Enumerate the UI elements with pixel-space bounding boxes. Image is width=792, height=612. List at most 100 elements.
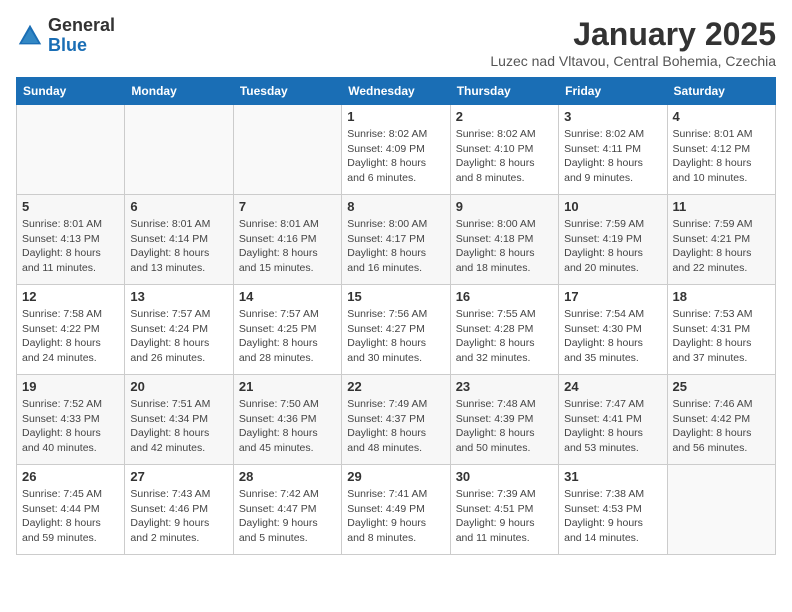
day-number: 31 bbox=[564, 469, 661, 484]
col-header-sunday: Sunday bbox=[17, 78, 125, 105]
day-info: Sunrise: 7:43 AM Sunset: 4:46 PM Dayligh… bbox=[130, 487, 227, 546]
calendar-cell: 18 Sunrise: 7:53 AM Sunset: 4:31 PM Dayli… bbox=[667, 285, 775, 375]
calendar-cell: 7 Sunrise: 8:01 AM Sunset: 4:16 PM Daylig… bbox=[233, 195, 341, 285]
calendar-cell: 6 Sunrise: 8:01 AM Sunset: 4:14 PM Daylig… bbox=[125, 195, 233, 285]
calendar-cell: 12 Sunrise: 7:58 AM Sunset: 4:22 PM Dayli… bbox=[17, 285, 125, 375]
day-info: Sunrise: 8:01 AM Sunset: 4:16 PM Dayligh… bbox=[239, 217, 336, 276]
calendar-cell: 23Sunrise: 7:48 AM Sunset: 4:39 PM Dayli… bbox=[450, 375, 558, 465]
calendar-cell: 28 Sunrise: 7:42 AM Sunset: 4:47 PM Dayli… bbox=[233, 465, 341, 555]
calendar-cell: 30 Sunrise: 7:39 AM Sunset: 4:51 PM Dayli… bbox=[450, 465, 558, 555]
calendar-header-row: SundayMondayTuesdayWednesdayThursdayFrid… bbox=[17, 78, 776, 105]
day-number: 30 bbox=[456, 469, 553, 484]
calendar-cell bbox=[233, 105, 341, 195]
week-row-0: 1 Sunrise: 8:02 AM Sunset: 4:09 PM Daylig… bbox=[17, 105, 776, 195]
calendar-cell: 27 Sunrise: 7:43 AM Sunset: 4:46 PM Dayli… bbox=[125, 465, 233, 555]
calendar-cell: 21Sunrise: 7:50 AM Sunset: 4:36 PM Dayli… bbox=[233, 375, 341, 465]
day-number: 3 bbox=[564, 109, 661, 124]
day-info: Sunrise: 8:02 AM Sunset: 4:11 PM Dayligh… bbox=[564, 127, 661, 186]
title-area: January 2025 Luzec nad Vltavou, Central … bbox=[490, 16, 776, 69]
day-info: Sunrise: 8:01 AM Sunset: 4:13 PM Dayligh… bbox=[22, 217, 119, 276]
calendar-cell: 19 Sunrise: 7:52 AM Sunset: 4:33 PM Dayli… bbox=[17, 375, 125, 465]
calendar-cell bbox=[17, 105, 125, 195]
day-info: Sunrise: 7:39 AM Sunset: 4:51 PM Dayligh… bbox=[456, 487, 553, 546]
day-number: 8 bbox=[347, 199, 444, 214]
calendar-cell: 11Sunrise: 7:59 AM Sunset: 4:21 PM Dayli… bbox=[667, 195, 775, 285]
calendar-cell: 5 Sunrise: 8:01 AM Sunset: 4:13 PM Daylig… bbox=[17, 195, 125, 285]
day-number: 17 bbox=[564, 289, 661, 304]
day-number: 25 bbox=[673, 379, 770, 394]
calendar-cell: 24Sunrise: 7:47 AM Sunset: 4:41 PM Dayli… bbox=[559, 375, 667, 465]
day-info: Sunrise: 7:38 AM Sunset: 4:53 PM Dayligh… bbox=[564, 487, 661, 546]
day-number: 27 bbox=[130, 469, 227, 484]
day-info: Sunrise: 8:02 AM Sunset: 4:09 PM Dayligh… bbox=[347, 127, 444, 186]
calendar-cell: 1 Sunrise: 8:02 AM Sunset: 4:09 PM Daylig… bbox=[342, 105, 450, 195]
day-info: Sunrise: 7:45 AM Sunset: 4:44 PM Dayligh… bbox=[22, 487, 119, 546]
calendar-cell: 4 Sunrise: 8:01 AM Sunset: 4:12 PM Daylig… bbox=[667, 105, 775, 195]
day-info: Sunrise: 7:54 AM Sunset: 4:30 PM Dayligh… bbox=[564, 307, 661, 366]
day-info: Sunrise: 7:42 AM Sunset: 4:47 PM Dayligh… bbox=[239, 487, 336, 546]
day-info: Sunrise: 7:55 AM Sunset: 4:28 PM Dayligh… bbox=[456, 307, 553, 366]
day-number: 9 bbox=[456, 199, 553, 214]
calendar-cell: 16 Sunrise: 7:55 AM Sunset: 4:28 PM Dayli… bbox=[450, 285, 558, 375]
day-info: Sunrise: 7:52 AM Sunset: 4:33 PM Dayligh… bbox=[22, 397, 119, 456]
day-number: 23 bbox=[456, 379, 553, 394]
day-number: 6 bbox=[130, 199, 227, 214]
day-info: Sunrise: 7:46 AM Sunset: 4:42 PM Dayligh… bbox=[673, 397, 770, 456]
day-number: 19 bbox=[22, 379, 119, 394]
day-number: 14 bbox=[239, 289, 336, 304]
logo-general-text: General bbox=[48, 16, 115, 36]
day-info: Sunrise: 8:00 AM Sunset: 4:18 PM Dayligh… bbox=[456, 217, 553, 276]
calendar-table: SundayMondayTuesdayWednesdayThursdayFrid… bbox=[16, 77, 776, 555]
day-info: Sunrise: 8:01 AM Sunset: 4:14 PM Dayligh… bbox=[130, 217, 227, 276]
day-info: Sunrise: 8:01 AM Sunset: 4:12 PM Dayligh… bbox=[673, 127, 770, 186]
day-number: 26 bbox=[22, 469, 119, 484]
calendar-cell bbox=[667, 465, 775, 555]
day-number: 4 bbox=[673, 109, 770, 124]
day-number: 15 bbox=[347, 289, 444, 304]
calendar-cell: 9 Sunrise: 8:00 AM Sunset: 4:18 PM Daylig… bbox=[450, 195, 558, 285]
calendar-cell: 13Sunrise: 7:57 AM Sunset: 4:24 PM Dayli… bbox=[125, 285, 233, 375]
calendar-cell bbox=[125, 105, 233, 195]
calendar-cell: 8 Sunrise: 8:00 AM Sunset: 4:17 PM Daylig… bbox=[342, 195, 450, 285]
day-info: Sunrise: 7:57 AM Sunset: 4:25 PM Dayligh… bbox=[239, 307, 336, 366]
col-header-thursday: Thursday bbox=[450, 78, 558, 105]
day-number: 28 bbox=[239, 469, 336, 484]
day-number: 1 bbox=[347, 109, 444, 124]
col-header-tuesday: Tuesday bbox=[233, 78, 341, 105]
day-info: Sunrise: 7:58 AM Sunset: 4:22 PM Dayligh… bbox=[22, 307, 119, 366]
day-info: Sunrise: 7:51 AM Sunset: 4:34 PM Dayligh… bbox=[130, 397, 227, 456]
location-subtitle: Luzec nad Vltavou, Central Bohemia, Czec… bbox=[490, 53, 776, 69]
logo-icon bbox=[16, 22, 44, 50]
calendar-cell: 3 Sunrise: 8:02 AM Sunset: 4:11 PM Daylig… bbox=[559, 105, 667, 195]
day-info: Sunrise: 7:59 AM Sunset: 4:19 PM Dayligh… bbox=[564, 217, 661, 276]
month-title: January 2025 bbox=[490, 16, 776, 53]
day-info: Sunrise: 7:47 AM Sunset: 4:41 PM Dayligh… bbox=[564, 397, 661, 456]
day-info: Sunrise: 7:49 AM Sunset: 4:37 PM Dayligh… bbox=[347, 397, 444, 456]
day-number: 12 bbox=[22, 289, 119, 304]
day-number: 11 bbox=[673, 199, 770, 214]
calendar-cell: 20Sunrise: 7:51 AM Sunset: 4:34 PM Dayli… bbox=[125, 375, 233, 465]
week-row-3: 19 Sunrise: 7:52 AM Sunset: 4:33 PM Dayli… bbox=[17, 375, 776, 465]
calendar-cell: 15Sunrise: 7:56 AM Sunset: 4:27 PM Dayli… bbox=[342, 285, 450, 375]
day-info: Sunrise: 8:02 AM Sunset: 4:10 PM Dayligh… bbox=[456, 127, 553, 186]
calendar-cell: 2 Sunrise: 8:02 AM Sunset: 4:10 PM Daylig… bbox=[450, 105, 558, 195]
week-row-2: 12 Sunrise: 7:58 AM Sunset: 4:22 PM Dayli… bbox=[17, 285, 776, 375]
logo: General Blue bbox=[16, 16, 115, 56]
calendar-cell: 17 Sunrise: 7:54 AM Sunset: 4:30 PM Dayli… bbox=[559, 285, 667, 375]
calendar-cell: 22Sunrise: 7:49 AM Sunset: 4:37 PM Dayli… bbox=[342, 375, 450, 465]
day-number: 2 bbox=[456, 109, 553, 124]
day-info: Sunrise: 7:53 AM Sunset: 4:31 PM Dayligh… bbox=[673, 307, 770, 366]
day-number: 13 bbox=[130, 289, 227, 304]
day-number: 18 bbox=[673, 289, 770, 304]
calendar-cell: 29Sunrise: 7:41 AM Sunset: 4:49 PM Dayli… bbox=[342, 465, 450, 555]
col-header-wednesday: Wednesday bbox=[342, 78, 450, 105]
week-row-1: 5 Sunrise: 8:01 AM Sunset: 4:13 PM Daylig… bbox=[17, 195, 776, 285]
day-number: 16 bbox=[456, 289, 553, 304]
day-number: 29 bbox=[347, 469, 444, 484]
week-row-4: 26 Sunrise: 7:45 AM Sunset: 4:44 PM Dayli… bbox=[17, 465, 776, 555]
day-number: 7 bbox=[239, 199, 336, 214]
day-number: 5 bbox=[22, 199, 119, 214]
col-header-saturday: Saturday bbox=[667, 78, 775, 105]
day-info: Sunrise: 8:00 AM Sunset: 4:17 PM Dayligh… bbox=[347, 217, 444, 276]
day-info: Sunrise: 7:50 AM Sunset: 4:36 PM Dayligh… bbox=[239, 397, 336, 456]
